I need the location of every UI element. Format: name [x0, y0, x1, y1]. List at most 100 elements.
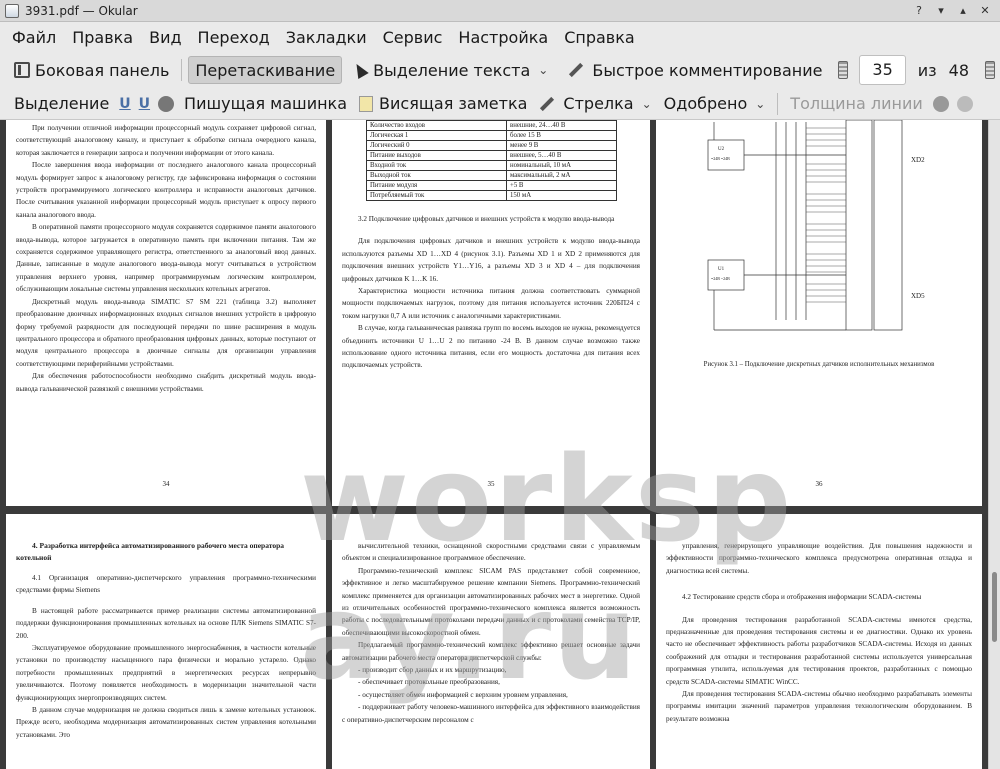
- paragraph: В настоящей работе рассматривается приме…: [16, 606, 316, 640]
- okular-app-icon: [5, 3, 19, 18]
- color-icon[interactable]: [932, 95, 949, 112]
- table-row: Количество входов внешние, 24…40 В: [366, 120, 617, 131]
- page-36: XD2 XD5 U2 =24B =24B U1 =24B ~24B Рисуно…: [656, 120, 982, 506]
- close-icon[interactable]: ✕: [978, 4, 992, 18]
- next-page-icon[interactable]: [985, 61, 995, 79]
- table-cell: Выходной ток: [366, 170, 507, 181]
- stamp-label: Одобрено: [663, 94, 748, 113]
- highlight-button[interactable]: Выделение: [8, 90, 115, 118]
- table-cell: Количество входов: [366, 120, 507, 131]
- text-select-label: Выделение текста: [373, 60, 531, 80]
- paragraph: вычислительной техники, оснащенной скоро…: [342, 542, 640, 563]
- menu-view[interactable]: Вид: [141, 28, 189, 47]
- paragraph: Предлагаемый программно-технический комп…: [342, 641, 640, 662]
- minimize-icon[interactable]: ▾: [934, 4, 948, 18]
- arrow-chevron-icon[interactable]: ⌄: [642, 97, 652, 111]
- page-number-input[interactable]: 35: [859, 55, 906, 85]
- previous-page-icon[interactable]: [838, 61, 849, 79]
- page-38: вычислительной техники, оснащенной скоро…: [332, 514, 650, 769]
- annotation-toolbar: Выделение U U Пишущая машинка Висящая за…: [0, 88, 1000, 120]
- typewriter-button[interactable]: Пишущая машинка: [178, 90, 353, 118]
- section-heading: 4.2 Тестирование средств сбора и отображ…: [682, 593, 922, 602]
- page-35: Количество входов внешние, 24…40 В Логиче…: [332, 120, 650, 506]
- line-width-label: Толщина линии: [790, 94, 923, 113]
- vertical-scrollbar[interactable]: [988, 120, 1000, 769]
- menu-go[interactable]: Переход: [190, 28, 278, 47]
- chapter-heading: 4. Разработка интерфейса автоматизирован…: [16, 541, 285, 562]
- page-38-text: вычислительной техники, оснащенной скоро…: [332, 514, 650, 726]
- page-number: 34: [162, 480, 170, 488]
- side-panel-label: Боковая панель: [35, 60, 170, 80]
- opacity-icon[interactable]: [956, 95, 973, 112]
- paragraph: Для обеспечения работоспособности необхо…: [16, 372, 316, 393]
- text-select-button[interactable]: Выделение текста ⌄: [348, 56, 554, 84]
- page-37: 4. Разработка интерфейса автоматизирован…: [6, 514, 326, 769]
- table-row: Питание модуля +5 В: [366, 180, 617, 191]
- menu-bookmarks[interactable]: Закладки: [278, 28, 375, 47]
- table-cell: Питание выходов: [366, 150, 507, 161]
- pen-icon: [569, 62, 584, 78]
- menu-bar: Файл Правка Вид Переход Закладки Сервис …: [0, 22, 1000, 52]
- paragraph: Характеристика мощности источника питани…: [342, 287, 640, 320]
- main-toolbar: Боковая панель Перетаскивание Выделение …: [0, 52, 1000, 88]
- side-panel-button[interactable]: Боковая панель: [8, 56, 175, 84]
- table-row: Питание выходов внешнее, 5…40 В: [366, 150, 617, 161]
- table-cell: внешние, 24…40 В: [506, 120, 617, 131]
- list-item: - производит сбор данных и их маршрутиза…: [358, 666, 507, 675]
- table-row: Потребляемый ток 150 мА: [366, 190, 617, 201]
- quick-comment-button[interactable]: Быстрое комментирование: [562, 56, 828, 84]
- arrow-pen-icon: [540, 96, 555, 111]
- page-total-label: 48: [948, 60, 969, 80]
- stamp-button[interactable]: Одобрено ⌄: [658, 90, 772, 118]
- section-heading: 3.2 Подключение цифровых датчиков и внеш…: [358, 215, 615, 223]
- highlight-label: Выделение: [14, 94, 110, 113]
- paragraph: 4.1 Организация оперативно-диспетчерског…: [16, 574, 316, 595]
- page-of-label: из: [917, 60, 937, 80]
- table-cell: Потребляемый ток: [366, 190, 507, 201]
- menu-edit[interactable]: Правка: [64, 28, 141, 47]
- arrow-button[interactable]: Стрелка ⌄: [533, 90, 657, 118]
- wiring-diagram: XD2 XD5 U2 =24B =24B U1 =24B ~24B: [707, 120, 925, 331]
- maximize-icon[interactable]: ▴: [956, 4, 970, 18]
- table-cell: более 15 В: [506, 130, 617, 141]
- source-voltage-label: =24B ~24B: [711, 276, 730, 281]
- table-cell: внешнее, 5…40 В: [506, 150, 617, 161]
- connector-label: XD2: [911, 156, 925, 164]
- drag-mode-button[interactable]: Перетаскивание: [188, 56, 343, 84]
- document-view[interactable]: При получении отличной информации процес…: [0, 120, 1000, 769]
- side-panel-icon: [14, 62, 30, 78]
- menu-help[interactable]: Справка: [556, 28, 643, 47]
- cursor-icon: [351, 60, 369, 80]
- help-icon[interactable]: ?: [912, 4, 926, 18]
- strikeout-icon[interactable]: [158, 95, 175, 112]
- paragraph: Дискретный модуль ввода-вывода SIMATIC S…: [16, 297, 316, 368]
- table-row: Логический 0 менее 9 В: [366, 140, 617, 151]
- scrollbar-thumb[interactable]: [992, 572, 997, 642]
- hanging-note-button[interactable]: Висящая заметка: [353, 90, 533, 118]
- menu-tools[interactable]: Сервис: [375, 28, 451, 47]
- chevron-down-icon[interactable]: ⌄: [538, 63, 548, 77]
- stamp-chevron-icon[interactable]: ⌄: [755, 97, 765, 111]
- menu-settings[interactable]: Настройка: [450, 28, 556, 47]
- paragraph: Для проведения тестирования разработанно…: [666, 615, 972, 686]
- table-row: Логическая 1 более 15 В: [366, 130, 617, 141]
- line-width-button[interactable]: Толщина линии: [784, 90, 929, 118]
- paragraph: При получении отличной информации процес…: [16, 124, 316, 157]
- note-icon: [359, 95, 374, 112]
- page-37-text: 4.1 Организация оперативно-диспетчерског…: [6, 572, 326, 741]
- list-item: - обеспечивает протокольные преобразован…: [358, 678, 500, 687]
- underline-icon[interactable]: U: [119, 96, 130, 112]
- toolbar-separator: [777, 92, 779, 115]
- page-number: 35: [487, 480, 495, 488]
- table-cell: Логическая 1: [366, 130, 507, 141]
- table-cell: номинальный, 10 мА: [506, 160, 617, 171]
- squiggle-underline-icon[interactable]: U: [139, 96, 150, 112]
- hanging-note-label: Висящая заметка: [379, 94, 528, 113]
- typewriter-label: Пишущая машинка: [184, 94, 348, 113]
- menu-file[interactable]: Файл: [4, 28, 64, 47]
- page-39-text: управления, генерирующего управляющие во…: [656, 514, 982, 725]
- window-controls: ? ▾ ▴ ✕: [912, 4, 992, 18]
- paragraph: Эксплуатируемое оборудование промышленно…: [16, 644, 316, 702]
- page-34: При получении отличной информации процес…: [6, 120, 326, 506]
- source-voltage-label: =24B =24B: [711, 156, 730, 161]
